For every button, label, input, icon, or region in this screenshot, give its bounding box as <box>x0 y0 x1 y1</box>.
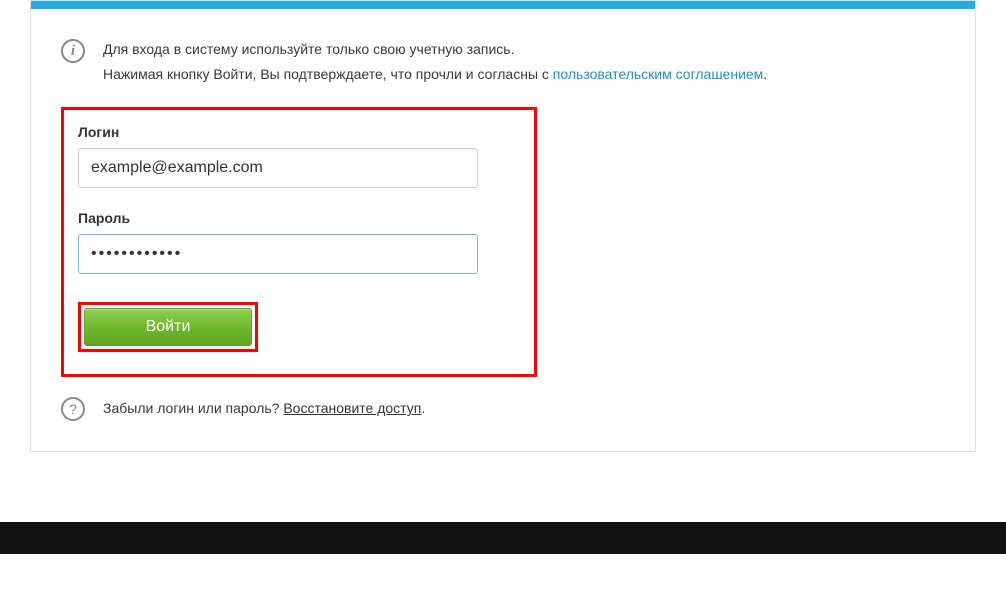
user-agreement-link[interactable]: пользовательским соглашением <box>553 66 764 82</box>
info-line1: Для входа в систему используйте только с… <box>103 41 515 57</box>
info-line2-prefix: Нажимая кнопку Войти, Вы подтверждаете, … <box>103 66 553 82</box>
info-icon: i <box>61 39 85 63</box>
login-input[interactable] <box>78 148 478 188</box>
info-text: Для входа в систему используйте только с… <box>103 37 767 87</box>
forgot-row: ? Забыли логин или пароль? Восстановите … <box>61 395 945 421</box>
card-topbar <box>31 1 975 9</box>
login-button-highlight: Войти <box>78 302 258 352</box>
password-input[interactable] <box>78 234 478 274</box>
password-label: Пароль <box>78 210 520 226</box>
forgot-suffix: . <box>421 400 425 416</box>
page-container: i Для входа в систему используйте только… <box>0 0 1006 554</box>
forgot-text: Забыли логин или пароль? Восстановите до… <box>103 400 425 416</box>
login-form-highlight: Логин Пароль Войти <box>61 107 537 377</box>
login-label: Логин <box>78 124 520 140</box>
login-button[interactable]: Войти <box>84 308 252 346</box>
forgot-prefix: Забыли логин или пароль? <box>103 400 283 416</box>
login-card: i Для входа в систему используйте только… <box>30 0 976 452</box>
question-icon: ? <box>61 397 85 421</box>
card-content: i Для входа в систему используйте только… <box>31 9 975 451</box>
info-line2-suffix: . <box>763 66 767 82</box>
info-row: i Для входа в систему используйте только… <box>61 37 945 87</box>
restore-access-link[interactable]: Восстановите доступ <box>283 400 421 416</box>
page-footer-bar <box>0 522 1006 554</box>
